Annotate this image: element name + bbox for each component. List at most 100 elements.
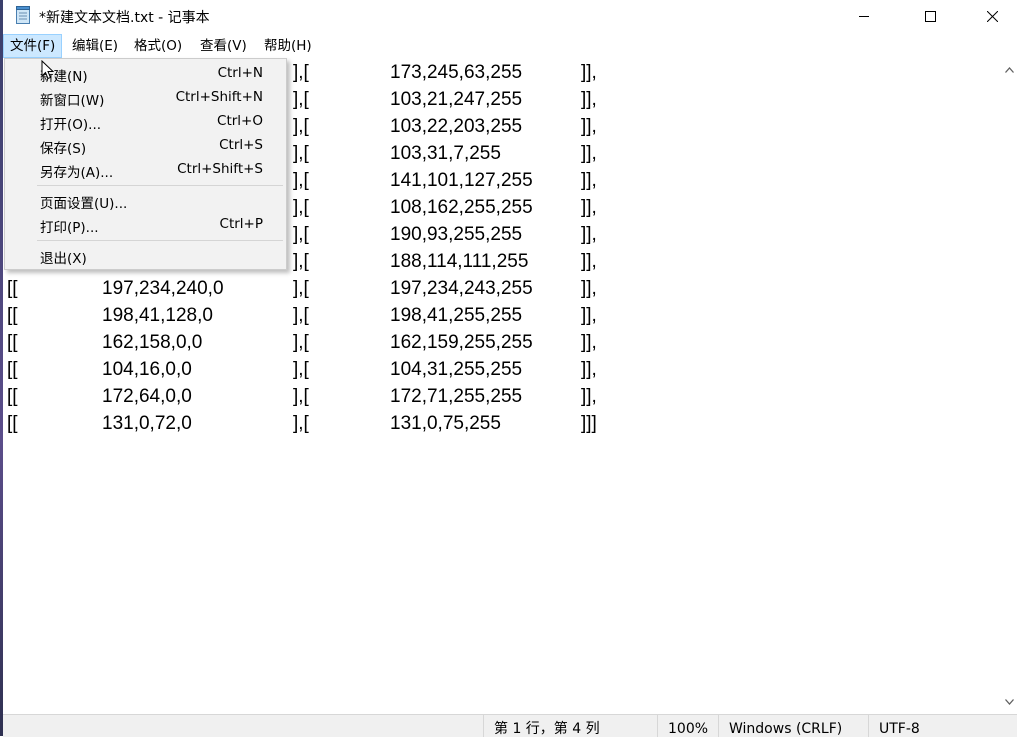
maximize-button[interactable]: [907, 0, 953, 32]
menu-item-new-window[interactable]: 新窗口(W) Ctrl+Shift+N: [7, 86, 284, 110]
menu-edit[interactable]: 编辑(E): [66, 34, 124, 58]
menu-item-exit[interactable]: 退出(X): [7, 244, 284, 268]
line-close-bracket: ]],: [581, 359, 597, 380]
line-separator: ],[: [293, 170, 309, 191]
line-separator: ],[: [293, 62, 309, 83]
file-menu-dropdown: 新建(N) Ctrl+N 新窗口(W) Ctrl+Shift+N 打开(O)..…: [4, 58, 287, 270]
menu-item-shortcut: Ctrl+S: [219, 137, 263, 153]
menu-item-page-setup[interactable]: 页面设置(U)...: [7, 189, 284, 213]
line-separator: ],[: [293, 143, 309, 164]
menu-item-shortcut: Ctrl+Shift+S: [177, 161, 263, 177]
text-line: [[ 104,16,0,0 ],[ 104,31,255,255]],: [3, 359, 993, 386]
line-value-b: 162,159,255,255: [390, 332, 533, 353]
menu-item-label: 新窗口(W): [40, 93, 105, 109]
title-bar[interactable]: *新建文本文档.txt - 记事本: [3, 0, 1017, 32]
line-close-bracket: ]],: [581, 197, 597, 218]
line-open-bracket: [[: [7, 386, 18, 407]
line-value-b: 141,101,127,255: [390, 170, 533, 191]
line-close-bracket: ]]]: [581, 413, 597, 434]
vertical-scrollbar[interactable]: [1001, 58, 1017, 714]
menu-item-print[interactable]: 打印(P)... Ctrl+P: [7, 213, 284, 237]
menu-item-label: 退出(X): [40, 251, 87, 267]
line-close-bracket: ]],: [581, 170, 597, 191]
menu-item-save-as[interactable]: 另存为(A)... Ctrl+Shift+S: [7, 158, 284, 182]
status-cursor-position: 第 1 行，第 4 列: [483, 715, 657, 737]
line-value-b: 108,162,255,255: [390, 197, 533, 218]
line-value-b: 198,41,255,255: [390, 305, 523, 326]
menu-separator: [37, 240, 283, 241]
scroll-down-arrow-icon[interactable]: [1001, 694, 1017, 710]
menu-item-label: 打印(P)...: [40, 220, 99, 236]
line-close-bracket: ]],: [581, 332, 597, 353]
menu-item-shortcut: Ctrl+P: [219, 216, 263, 232]
line-value-a: 162,158,0,0: [102, 332, 203, 353]
scroll-up-arrow-icon[interactable]: [1001, 62, 1017, 78]
minimize-button[interactable]: [841, 0, 887, 32]
notepad-icon: [15, 6, 31, 24]
line-value-b: 103,31,7,255: [390, 143, 501, 164]
line-separator: ],[: [293, 278, 309, 299]
line-close-bracket: ]],: [581, 62, 597, 83]
mouse-pointer-icon: [41, 59, 55, 80]
line-open-bracket: [[: [7, 278, 18, 299]
status-bar: 第 1 行，第 4 列 100% Windows (CRLF) UTF-8: [3, 714, 1017, 737]
menu-item-label: 保存(S): [40, 141, 87, 157]
menu-item-shortcut: Ctrl+N: [217, 65, 263, 81]
line-close-bracket: ]],: [581, 143, 597, 164]
close-button[interactable]: [969, 0, 1015, 32]
status-encoding: UTF-8: [868, 715, 1017, 737]
menu-view[interactable]: 查看(V): [194, 34, 253, 58]
menu-help[interactable]: 帮助(H): [258, 34, 318, 58]
line-close-bracket: ]],: [581, 224, 597, 245]
text-line: [[131,0,72,0],[131,0,75,255]]]: [3, 413, 993, 440]
line-close-bracket: ]],: [581, 116, 597, 137]
line-value-a: 198,41,128,0: [102, 305, 213, 326]
line-value-a: 172,64,0,0: [102, 386, 192, 407]
line-separator: ],[: [293, 116, 309, 137]
window-title: *新建文本文档.txt - 记事本: [39, 10, 210, 26]
line-value-a: 197,234,240,0: [102, 278, 224, 299]
line-value-a: 104,16,0,0: [102, 359, 192, 380]
text-line: [[ 162,158,0,0 ],[ 162,159,255,255]],: [3, 332, 993, 359]
line-separator: ],[: [293, 224, 309, 245]
line-value-b: 188,114,111,255: [390, 251, 529, 272]
line-open-bracket: [[: [7, 332, 18, 353]
line-separator: ],[: [293, 305, 309, 326]
line-separator: ],[: [293, 251, 309, 272]
line-open-bracket: [[: [7, 305, 18, 326]
line-value-b: 197,234,243,255: [390, 278, 533, 299]
menu-item-label: 页面设置(U)...: [40, 196, 128, 212]
line-value-b: 104,31,255,255: [390, 359, 523, 380]
line-open-bracket: [[: [7, 413, 18, 434]
line-open-bracket: [[: [7, 359, 18, 380]
line-close-bracket: ]],: [581, 251, 597, 272]
line-separator: ],[: [293, 386, 309, 407]
menu-bar: 文件(F) 编辑(E) 格式(O) 查看(V) 帮助(H): [3, 34, 1017, 58]
line-value-b: 173,245,63,255: [390, 62, 523, 83]
menu-item-save[interactable]: 保存(S) Ctrl+S: [7, 134, 284, 158]
line-value-b: 131,0,75,255: [390, 413, 501, 434]
menu-item-open[interactable]: 打开(O)... Ctrl+O: [7, 110, 284, 134]
menu-format[interactable]: 格式(O): [128, 34, 188, 58]
status-line-ending: Windows (CRLF): [718, 715, 868, 737]
close-icon: [986, 10, 998, 22]
line-value-b: 172,71,255,255: [390, 386, 523, 407]
line-separator: ],[: [293, 197, 309, 218]
maximize-icon: [924, 10, 936, 22]
line-close-bracket: ]],: [581, 305, 597, 326]
menu-item-shortcut: Ctrl+O: [217, 113, 263, 129]
line-value-b: 103,22,203,255: [390, 116, 523, 137]
line-close-bracket: ]],: [581, 278, 597, 299]
status-zoom: 100%: [657, 715, 718, 737]
line-value-b: 103,21,247,255: [390, 89, 523, 110]
minimize-icon: [859, 11, 869, 21]
text-line: [[ 172,64,0,0 ],[ 172,71,255,255]],: [3, 386, 993, 413]
line-close-bracket: ]],: [581, 386, 597, 407]
text-line: [[ 197,234,240,0 ],[ 197,234,243,255]],: [3, 278, 993, 305]
line-separator: ],[: [293, 332, 309, 353]
line-separator: ],[: [293, 359, 309, 380]
menu-separator: [37, 185, 283, 186]
menu-item-label: 另存为(A)...: [40, 165, 114, 181]
line-separator: ],[: [293, 413, 309, 434]
menu-file[interactable]: 文件(F): [3, 34, 63, 58]
